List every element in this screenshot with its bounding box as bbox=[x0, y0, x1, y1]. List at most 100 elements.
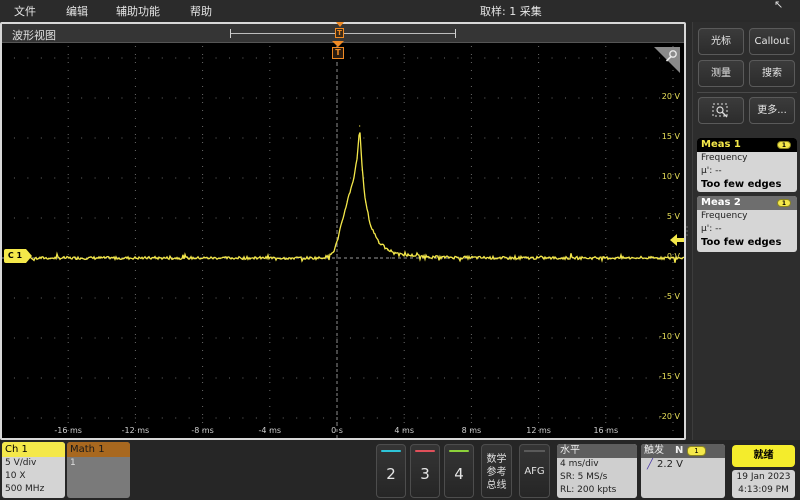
ch1-probe: 10 X bbox=[5, 471, 26, 481]
grid-dot bbox=[605, 270, 607, 271]
x-tick-label: 8 ms bbox=[461, 426, 482, 435]
grid-dot bbox=[632, 57, 634, 59]
meas1-badge[interactable]: Meas 1 1 Frequency μ': -- Too few edges bbox=[697, 138, 797, 192]
grid-dot bbox=[470, 150, 472, 151]
record-trigger-marker: T bbox=[335, 28, 344, 38]
grid-dot bbox=[67, 286, 69, 287]
grid-dot bbox=[524, 217, 526, 219]
menu-help[interactable]: 帮助 bbox=[190, 3, 212, 19]
grid-dot bbox=[148, 97, 150, 99]
grid-dot bbox=[672, 198, 674, 199]
measure-button[interactable]: 测量 bbox=[698, 60, 744, 87]
trigger-level-marker[interactable] bbox=[670, 233, 684, 247]
grid-dot bbox=[202, 158, 204, 159]
grid-dot bbox=[618, 137, 620, 139]
trigger-level: 2.2 V bbox=[657, 459, 683, 470]
grid-dot bbox=[403, 246, 405, 247]
record-view-bar[interactable]: T bbox=[230, 22, 456, 38]
grid-dot bbox=[605, 337, 607, 339]
grid-dot bbox=[390, 57, 392, 59]
grid-dot bbox=[390, 337, 392, 339]
grid-dot bbox=[336, 97, 338, 99]
channel-4-button[interactable]: 4 bbox=[444, 444, 474, 498]
grid-dot bbox=[94, 57, 96, 59]
grid-dot bbox=[672, 78, 674, 79]
menu-utility[interactable]: 辅助功能 bbox=[116, 3, 160, 19]
acquisition-state-button[interactable]: 就绪 bbox=[732, 445, 795, 467]
grid-dot bbox=[255, 97, 257, 99]
grid-dot bbox=[27, 57, 29, 59]
grid-dot bbox=[202, 377, 204, 379]
math-ref-bus-button[interactable]: 数学 参考 总线 bbox=[481, 444, 512, 498]
grid-dot bbox=[336, 198, 338, 199]
ch1-badge[interactable]: Ch 1 5 V/div 10 X 500 MHz bbox=[2, 442, 65, 498]
grid-dot bbox=[27, 137, 29, 139]
grid-dot bbox=[484, 217, 486, 219]
grid-dot bbox=[282, 417, 284, 419]
grid-dot bbox=[672, 150, 674, 151]
grid-dot bbox=[403, 166, 405, 167]
time: 4:13:09 PM bbox=[738, 485, 789, 495]
grid-dot bbox=[27, 417, 29, 419]
grid-dot bbox=[54, 337, 56, 339]
grid-dot bbox=[228, 57, 230, 59]
waveform-plot[interactable]: 20 V 15 V 10 V 5 V 0 V -5 V -10 V -15 V -20 V -1… bbox=[2, 41, 684, 438]
grid-dot bbox=[363, 97, 365, 99]
zoom-tool-button[interactable] bbox=[698, 97, 744, 124]
grid-dot bbox=[121, 137, 123, 139]
grid-dot bbox=[551, 297, 553, 299]
channel-3-button[interactable]: 3 bbox=[410, 444, 440, 498]
more-button[interactable]: 更多... bbox=[749, 97, 795, 124]
grid-dot bbox=[67, 254, 69, 255]
zoom-magnifier-icon[interactable] bbox=[654, 47, 680, 73]
math1-badge[interactable]: Math 1 1 bbox=[67, 442, 130, 498]
grid-dot bbox=[269, 142, 271, 143]
grid-dot bbox=[470, 174, 472, 175]
grid-dot bbox=[255, 337, 257, 339]
grid-dot bbox=[672, 398, 674, 399]
horizontal-badge[interactable]: 水平 4 ms/div SR: 5 MS/s RL: 200 kpts bbox=[557, 444, 637, 498]
grid-dot bbox=[605, 262, 607, 263]
grid-dot bbox=[202, 198, 204, 199]
grid-dot bbox=[417, 97, 419, 99]
y-tick-label: -5 V bbox=[664, 292, 680, 301]
waveform-view[interactable]: 波形视图 T 20 V 15 V 10 V 5 V 0 V -5 V -10 V -15 V -… bbox=[0, 22, 686, 440]
grid-dot bbox=[605, 246, 607, 247]
grid-dot bbox=[175, 137, 177, 139]
grid-dot bbox=[134, 350, 136, 351]
grid-dot bbox=[269, 350, 271, 351]
grid-dot bbox=[202, 406, 204, 407]
panel-resize-handle[interactable]: · · · bbox=[684, 224, 690, 240]
grid-dot bbox=[134, 294, 136, 295]
callout-button[interactable]: Callout bbox=[749, 28, 795, 55]
cursors-button[interactable]: 光标 bbox=[698, 28, 744, 55]
trigger-position-marker[interactable]: T bbox=[331, 41, 345, 63]
search-button[interactable]: 搜索 bbox=[749, 60, 795, 87]
menu-edit[interactable]: 编辑 bbox=[66, 3, 88, 19]
grid-dot bbox=[336, 337, 338, 339]
grid-dot bbox=[108, 137, 110, 139]
channel-2-button[interactable]: 2 bbox=[376, 444, 406, 498]
grid-dot bbox=[672, 110, 674, 111]
grid-dot bbox=[202, 310, 204, 311]
meas2-badge[interactable]: Meas 2 1 Frequency μ': -- Too few edges bbox=[697, 196, 797, 252]
grid-dot bbox=[269, 417, 271, 419]
grid-dot bbox=[349, 97, 351, 99]
grid-dot bbox=[336, 270, 338, 271]
grid-dot bbox=[94, 177, 96, 179]
grid-dot bbox=[444, 337, 446, 339]
grid-dot bbox=[390, 417, 392, 419]
grid-dot bbox=[470, 190, 472, 191]
zoom-box-icon bbox=[712, 103, 728, 118]
trigger-badge[interactable]: 触发 N 1 ╱ 2.2 V bbox=[641, 444, 725, 498]
ch1-offset-marker[interactable]: C 1 bbox=[4, 249, 32, 263]
grid-dot bbox=[242, 417, 244, 419]
grid-dot bbox=[108, 377, 110, 379]
grid-dot bbox=[134, 310, 136, 311]
menu-file[interactable]: 文件 bbox=[14, 3, 36, 19]
grid-dot bbox=[121, 97, 123, 99]
grid-dot bbox=[323, 417, 325, 419]
afg-button[interactable]: AFG bbox=[519, 444, 550, 498]
grid-dot bbox=[403, 142, 405, 143]
grid-dot bbox=[67, 334, 69, 335]
